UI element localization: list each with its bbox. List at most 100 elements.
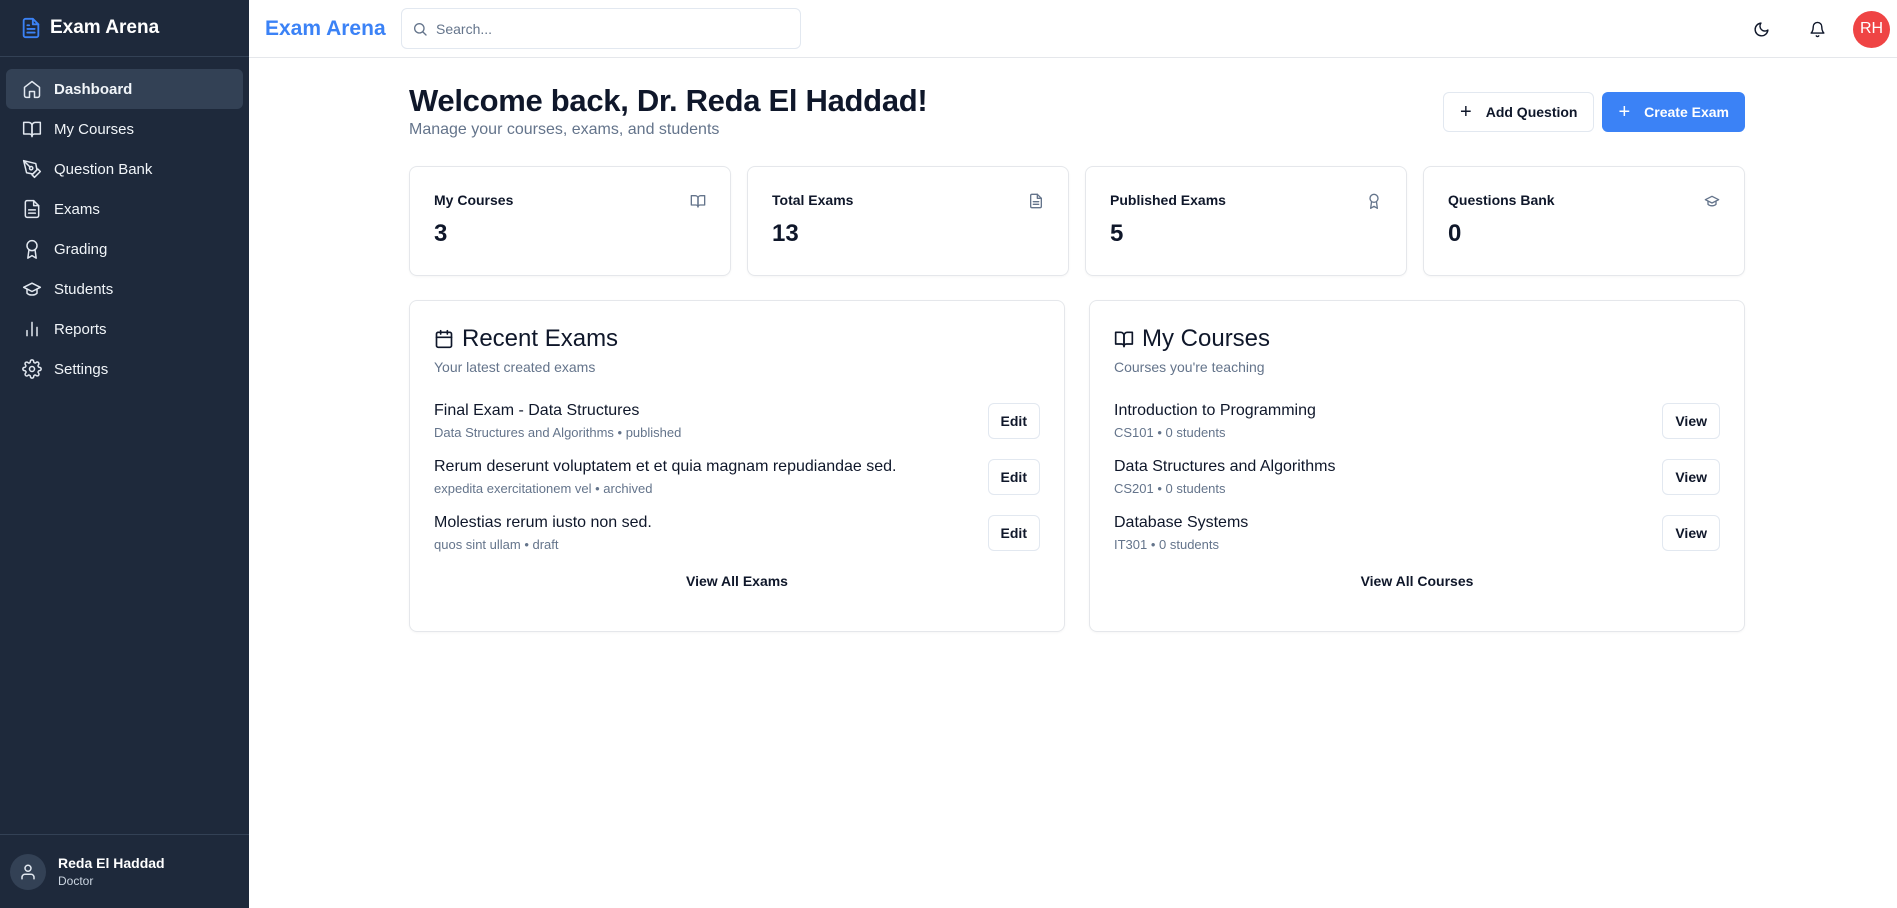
- book-icon: [690, 193, 706, 209]
- sidebar-item-students[interactable]: Students: [6, 269, 243, 309]
- sidebar-app-name: Exam Arena: [50, 17, 160, 38]
- sidebar-item-my-courses[interactable]: My Courses: [6, 109, 243, 149]
- create-exam-button[interactable]: + Create Exam: [1602, 92, 1745, 132]
- moon-icon: [1754, 21, 1769, 36]
- course-title: Data Structures and Algorithms: [1114, 458, 1336, 475]
- topbar-actions: RH: [1741, 0, 1897, 58]
- recent-exams-panel: Recent Exams Your latest created exams F…: [409, 300, 1065, 632]
- stat-value: 5: [1110, 220, 1124, 247]
- list-item: Data Structures and Algorithms CS201 • 0…: [1114, 449, 1720, 505]
- book-icon: [22, 119, 42, 139]
- sidebar-user[interactable]: Reda El Haddad Doctor: [0, 834, 249, 908]
- panel-header: My Courses: [1114, 325, 1720, 353]
- add-question-button[interactable]: + Add Question: [1443, 92, 1595, 132]
- topbar-brand[interactable]: Exam Arena: [265, 17, 401, 41]
- pen-icon: [22, 159, 42, 179]
- exam-meta: quos sint ullam • draft: [434, 537, 559, 552]
- stat-card-total-exams: Total Exams 13: [747, 166, 1069, 276]
- list-item: Database Systems IT301 • 0 students View: [1114, 505, 1720, 561]
- theme-toggle-button[interactable]: [1741, 9, 1781, 49]
- sidebar-brand[interactable]: Exam Arena: [0, 0, 249, 57]
- view-button[interactable]: View: [1662, 515, 1720, 551]
- edit-button[interactable]: Edit: [987, 515, 1040, 551]
- stat-card-my-courses: My Courses 3: [409, 166, 731, 276]
- course-meta: CS201 • 0 students: [1114, 481, 1226, 496]
- stat-label: Questions Bank: [1448, 192, 1555, 208]
- panel-header: Recent Exams: [434, 325, 1040, 353]
- stat-value: 0: [1448, 220, 1462, 247]
- page-subtitle: Manage your courses, exams, and students: [409, 121, 720, 138]
- panel-subtitle: Courses you're teaching: [1114, 359, 1265, 375]
- sidebar-item-label: Grading: [54, 240, 108, 258]
- page-title: Welcome back, Dr. Reda El Haddad!: [409, 83, 928, 118]
- stat-label: Total Exams: [772, 192, 854, 208]
- add-question-label: Add Question: [1485, 104, 1578, 120]
- welcome-section: Welcome back, Dr. Reda El Haddad! Manage…: [409, 83, 928, 139]
- sidebar-item-label: My Courses: [54, 120, 135, 138]
- award-icon: [1366, 193, 1382, 209]
- home-icon: [22, 79, 42, 99]
- exam-meta: expedita exercitationem vel • archived: [434, 481, 653, 496]
- view-button[interactable]: View: [1662, 403, 1720, 439]
- exam-title: Rerum deserunt voluptatem et et quia mag…: [434, 458, 897, 475]
- sidebar-item-question-bank[interactable]: Question Bank: [6, 149, 243, 189]
- bell-icon: [1809, 21, 1825, 37]
- file-text-icon: [22, 17, 40, 39]
- stat-value: 13: [772, 220, 799, 247]
- sidebar-item-dashboard[interactable]: Dashboard: [6, 69, 243, 109]
- panels-row: Recent Exams Your latest created exams F…: [409, 300, 1745, 632]
- sidebar-item-label: Exams: [54, 200, 100, 218]
- notifications-button[interactable]: [1797, 9, 1837, 49]
- edit-button[interactable]: Edit: [987, 403, 1040, 439]
- sidebar-item-grading[interactable]: Grading: [6, 229, 243, 269]
- stat-label: My Courses: [434, 192, 514, 208]
- file-icon: [22, 199, 42, 219]
- sidebar-item-settings[interactable]: Settings: [6, 349, 243, 389]
- search-input[interactable]: [436, 20, 776, 37]
- course-title: Introduction to Programming: [1114, 402, 1316, 419]
- file-icon: [1028, 193, 1044, 209]
- view-all-courses-link[interactable]: View All Courses: [1114, 573, 1720, 589]
- list-item: Introduction to Programming CS101 • 0 st…: [1114, 393, 1720, 449]
- sidebar-item-label: Dashboard: [54, 80, 133, 98]
- panel-subtitle: Your latest created exams: [434, 359, 596, 375]
- award-icon: [22, 239, 42, 259]
- sidebar-item-exams[interactable]: Exams: [6, 189, 243, 229]
- sidebar-item-reports[interactable]: Reports: [6, 309, 243, 349]
- stat-card-questions-bank: Questions Bank 0: [1423, 166, 1745, 276]
- view-all-exams-link[interactable]: View All Exams: [434, 573, 1040, 589]
- sidebar-nav: Dashboard My Courses Question Bank Exams…: [0, 57, 249, 389]
- sidebar-user-name: Reda El Haddad: [58, 855, 165, 871]
- avatar[interactable]: RH: [1853, 10, 1890, 48]
- list-item: Molestias rerum iusto non sed. quos sint…: [434, 505, 1040, 561]
- stat-value: 3: [434, 220, 448, 247]
- create-exam-label: Create Exam: [1644, 104, 1729, 120]
- sidebar-item-label: Students: [54, 280, 114, 298]
- graduation-cap-icon: [22, 279, 42, 299]
- course-title: Database Systems: [1114, 514, 1249, 531]
- bar-chart-icon: [22, 319, 42, 339]
- view-button[interactable]: View: [1662, 459, 1720, 495]
- panel-title: Recent Exams: [462, 325, 619, 352]
- search-icon: [414, 22, 427, 36]
- course-meta: CS101 • 0 students: [1114, 425, 1226, 440]
- book-icon: [1114, 331, 1134, 348]
- calendar-icon: [435, 329, 453, 349]
- panel-title: My Courses: [1142, 325, 1271, 352]
- header-actions: + Add Question + Create Exam: [1443, 92, 1745, 132]
- exam-title: Final Exam - Data Structures: [434, 402, 640, 419]
- sidebar: Exam Arena Dashboard My Courses Question…: [0, 0, 249, 908]
- sidebar-user-role: Doctor: [58, 874, 94, 888]
- sidebar-item-label: Question Bank: [54, 160, 153, 178]
- stat-card-published-exams: Published Exams 5: [1085, 166, 1407, 276]
- stat-label: Published Exams: [1110, 192, 1226, 208]
- graduation-cap-icon: [1704, 193, 1720, 209]
- list-item: Final Exam - Data Structures Data Struct…: [434, 393, 1040, 449]
- plus-icon: +: [1618, 101, 1631, 123]
- search-box[interactable]: [401, 8, 801, 49]
- sidebar-item-label: Reports: [54, 320, 107, 338]
- exam-meta: Data Structures and Algorithms • publish…: [434, 425, 682, 440]
- edit-button[interactable]: Edit: [987, 459, 1040, 495]
- topbar: Exam Arena RH: [249, 0, 1897, 58]
- course-meta: IT301 • 0 students: [1114, 537, 1220, 552]
